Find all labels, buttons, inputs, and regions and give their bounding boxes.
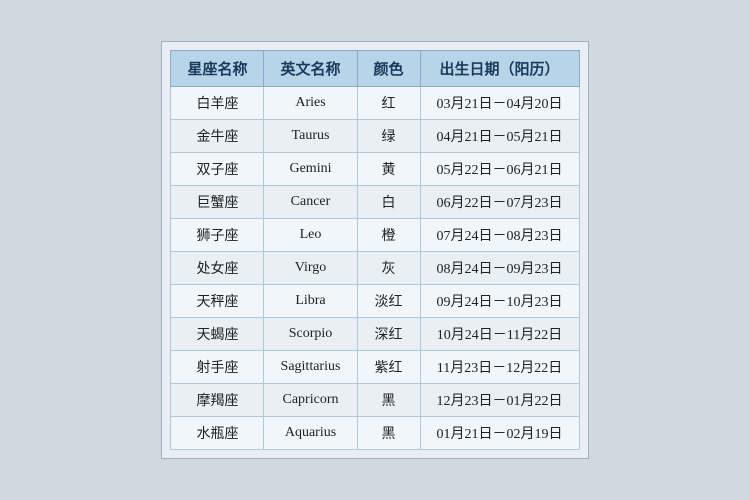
cell-english: Virgo bbox=[264, 252, 357, 285]
zodiac-table: 星座名称 英文名称 颜色 出生日期（阳历） 白羊座Aries红03月21日－04… bbox=[170, 50, 579, 450]
cell-color: 绿 bbox=[357, 120, 420, 153]
cell-chinese: 双子座 bbox=[171, 153, 264, 186]
col-header-chinese: 星座名称 bbox=[171, 51, 264, 87]
cell-chinese: 天秤座 bbox=[171, 285, 264, 318]
cell-dates: 08月24日－09月23日 bbox=[420, 252, 579, 285]
table-header-row: 星座名称 英文名称 颜色 出生日期（阳历） bbox=[171, 51, 579, 87]
cell-chinese: 摩羯座 bbox=[171, 384, 264, 417]
cell-chinese: 处女座 bbox=[171, 252, 264, 285]
cell-english: Aquarius bbox=[264, 417, 357, 450]
cell-dates: 12月23日－01月22日 bbox=[420, 384, 579, 417]
table-row: 天蝎座Scorpio深红10月24日－11月22日 bbox=[171, 318, 579, 351]
cell-chinese: 白羊座 bbox=[171, 87, 264, 120]
cell-color: 白 bbox=[357, 186, 420, 219]
table-row: 水瓶座Aquarius黑01月21日－02月19日 bbox=[171, 417, 579, 450]
table-body: 白羊座Aries红03月21日－04月20日金牛座Taurus绿04月21日－0… bbox=[171, 87, 579, 450]
cell-chinese: 水瓶座 bbox=[171, 417, 264, 450]
table-row: 双子座Gemini黄05月22日－06月21日 bbox=[171, 153, 579, 186]
cell-dates: 09月24日－10月23日 bbox=[420, 285, 579, 318]
cell-color: 橙 bbox=[357, 219, 420, 252]
cell-color: 灰 bbox=[357, 252, 420, 285]
cell-english: Taurus bbox=[264, 120, 357, 153]
cell-dates: 01月21日－02月19日 bbox=[420, 417, 579, 450]
cell-dates: 11月23日－12月22日 bbox=[420, 351, 579, 384]
cell-english: Aries bbox=[264, 87, 357, 120]
cell-dates: 03月21日－04月20日 bbox=[420, 87, 579, 120]
cell-chinese: 狮子座 bbox=[171, 219, 264, 252]
cell-english: Capricorn bbox=[264, 384, 357, 417]
cell-color: 黑 bbox=[357, 417, 420, 450]
cell-dates: 05月22日－06月21日 bbox=[420, 153, 579, 186]
cell-color: 黑 bbox=[357, 384, 420, 417]
cell-color: 红 bbox=[357, 87, 420, 120]
cell-english: Cancer bbox=[264, 186, 357, 219]
cell-dates: 06月22日－07月23日 bbox=[420, 186, 579, 219]
cell-dates: 10月24日－11月22日 bbox=[420, 318, 579, 351]
table-row: 巨蟹座Cancer白06月22日－07月23日 bbox=[171, 186, 579, 219]
col-header-color: 颜色 bbox=[357, 51, 420, 87]
cell-chinese: 巨蟹座 bbox=[171, 186, 264, 219]
table-row: 白羊座Aries红03月21日－04月20日 bbox=[171, 87, 579, 120]
cell-chinese: 金牛座 bbox=[171, 120, 264, 153]
cell-english: Leo bbox=[264, 219, 357, 252]
col-header-english: 英文名称 bbox=[264, 51, 357, 87]
table-row: 天秤座Libra淡红09月24日－10月23日 bbox=[171, 285, 579, 318]
cell-dates: 04月21日－05月21日 bbox=[420, 120, 579, 153]
table-row: 处女座Virgo灰08月24日－09月23日 bbox=[171, 252, 579, 285]
cell-english: Libra bbox=[264, 285, 357, 318]
cell-english: Scorpio bbox=[264, 318, 357, 351]
cell-english: Sagittarius bbox=[264, 351, 357, 384]
cell-color: 深红 bbox=[357, 318, 420, 351]
cell-color: 黄 bbox=[357, 153, 420, 186]
table-row: 摩羯座Capricorn黑12月23日－01月22日 bbox=[171, 384, 579, 417]
cell-chinese: 天蝎座 bbox=[171, 318, 264, 351]
zodiac-table-container: 星座名称 英文名称 颜色 出生日期（阳历） 白羊座Aries红03月21日－04… bbox=[161, 41, 588, 459]
cell-color: 淡红 bbox=[357, 285, 420, 318]
cell-dates: 07月24日－08月23日 bbox=[420, 219, 579, 252]
cell-english: Gemini bbox=[264, 153, 357, 186]
cell-color: 紫红 bbox=[357, 351, 420, 384]
table-row: 射手座Sagittarius紫红11月23日－12月22日 bbox=[171, 351, 579, 384]
table-row: 狮子座Leo橙07月24日－08月23日 bbox=[171, 219, 579, 252]
cell-chinese: 射手座 bbox=[171, 351, 264, 384]
col-header-dates: 出生日期（阳历） bbox=[420, 51, 579, 87]
table-row: 金牛座Taurus绿04月21日－05月21日 bbox=[171, 120, 579, 153]
